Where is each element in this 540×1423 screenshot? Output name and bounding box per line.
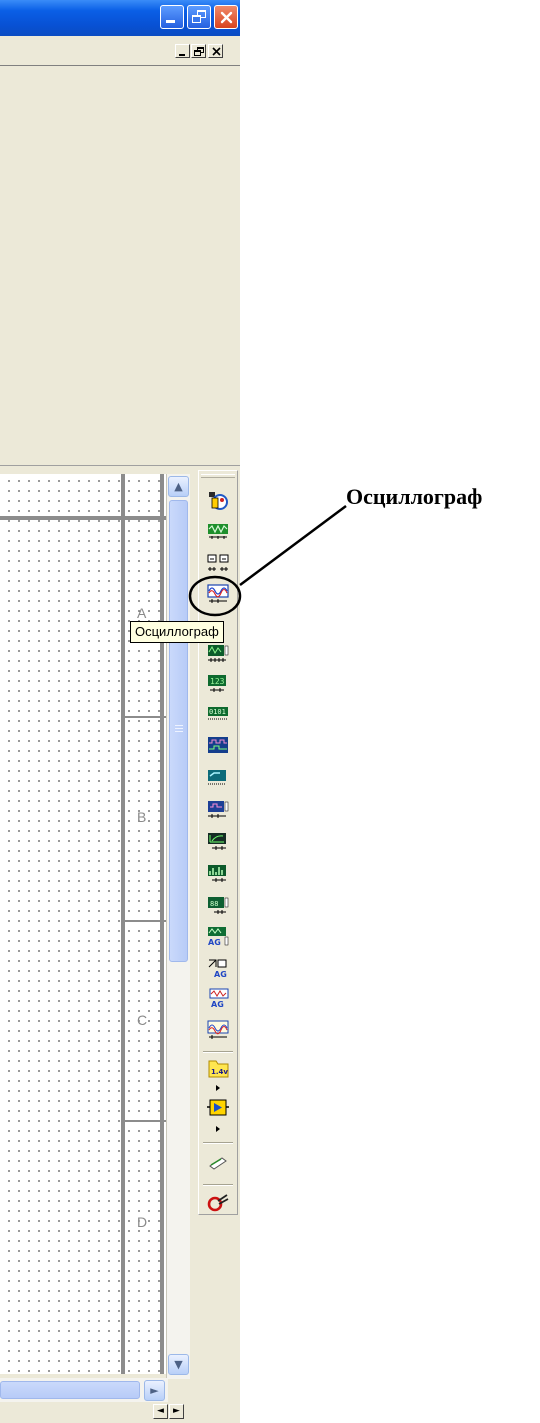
oscilloscope-tooltip: Осциллограф [130, 621, 224, 643]
annotation-label: Осциллограф [346, 484, 483, 509]
callout-line [239, 504, 347, 587]
annotation-overlay [188, 504, 347, 617]
highlight-circle [188, 575, 242, 617]
